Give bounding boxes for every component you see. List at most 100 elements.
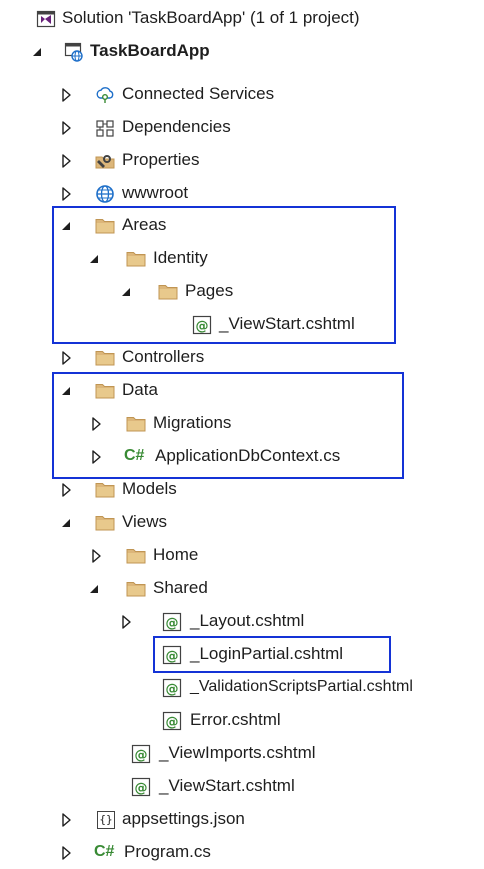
areas-viewstart-label: _ViewStart.cshtml: [219, 314, 355, 333]
login-partial-label: _LoginPartial.cshtml: [190, 644, 344, 663]
globe-icon: [95, 184, 115, 204]
tree-row-shared[interactable]: Shared: [0, 572, 484, 605]
controllers-label: Controllers: [122, 347, 205, 366]
tree-row-identity[interactable]: Identity: [0, 242, 484, 275]
properties-icon: [95, 151, 115, 171]
tree-row-models[interactable]: Models: [0, 473, 484, 506]
collapsed-arrow-icon[interactable]: [90, 416, 104, 432]
tree-row-views-viewstart[interactable]: @ _ViewStart.cshtml: [0, 770, 484, 803]
folder-icon: [126, 579, 146, 599]
tree-row-layout[interactable]: @ _Layout.cshtml: [0, 605, 484, 638]
tree-row-dependencies[interactable]: Dependencies: [0, 111, 484, 144]
tree-row-program[interactable]: C# Program.cs: [0, 836, 484, 869]
areas-label: Areas: [122, 215, 167, 234]
csharp-file-icon: C#: [94, 843, 115, 860]
shared-label: Shared: [153, 578, 208, 597]
dependencies-icon: [95, 118, 115, 138]
collapsed-arrow-icon[interactable]: [60, 350, 74, 366]
tree-row-areas[interactable]: Areas: [0, 209, 484, 242]
home-label: Home: [153, 545, 199, 564]
collapsed-arrow-icon[interactable]: [60, 87, 74, 103]
tree-row-controllers[interactable]: Controllers: [0, 341, 484, 374]
tree-row-validation-scripts-partial[interactable]: @ _ValidationScriptsPartial.cshtml: [0, 671, 484, 704]
collapsed-arrow-icon[interactable]: [60, 186, 74, 202]
collapsed-arrow-icon[interactable]: [90, 449, 104, 465]
tree-row-appsettings[interactable]: {} appsettings.json: [0, 803, 484, 836]
tree-row-home[interactable]: Home: [0, 539, 484, 572]
migrations-label: Migrations: [153, 413, 232, 432]
svg-text:@: @: [166, 649, 179, 664]
folder-icon: [126, 249, 146, 269]
tree-row-application-db-context[interactable]: C# ApplicationDbContext.cs: [0, 440, 484, 473]
razor-file-icon: @: [162, 645, 182, 665]
views-viewstart-label: _ViewStart.cshtml: [159, 776, 295, 795]
folder-icon: [95, 348, 115, 368]
connected-services-icon: [95, 85, 115, 105]
program-label: Program.cs: [124, 842, 211, 861]
tree-row-view-imports[interactable]: @ _ViewImports.cshtml: [0, 737, 484, 770]
expanded-arrow-icon[interactable]: [88, 581, 102, 597]
wwwroot-label: wwwroot: [122, 183, 189, 202]
tree-row-properties[interactable]: Properties: [0, 144, 484, 177]
svg-text:@: @: [135, 748, 148, 763]
solution-icon: [36, 9, 56, 29]
tree-row-solution[interactable]: Solution 'TaskBoardApp' (1 of 1 project): [0, 2, 484, 35]
folder-icon: [158, 282, 178, 302]
expanded-arrow-icon[interactable]: [60, 515, 74, 531]
expanded-arrow-icon[interactable]: [120, 284, 134, 300]
folder-icon: [126, 414, 146, 434]
collapsed-arrow-icon[interactable]: [120, 614, 134, 630]
validation-scripts-partial-label: _ValidationScriptsPartial.cshtml: [190, 678, 413, 695]
layout-label: _Layout.cshtml: [190, 611, 305, 630]
tree-row-areas-viewstart[interactable]: @ _ViewStart.cshtml: [0, 308, 484, 341]
data-label: Data: [122, 380, 158, 399]
json-file-icon: {}: [97, 811, 115, 829]
connected-services-label: Connected Services: [122, 84, 275, 103]
expanded-arrow-icon[interactable]: [88, 251, 102, 267]
svg-text:@: @: [166, 682, 179, 697]
razor-file-icon: @: [131, 744, 151, 764]
collapsed-arrow-icon[interactable]: [60, 812, 74, 828]
folder-icon: [95, 216, 115, 236]
collapsed-arrow-icon[interactable]: [60, 120, 74, 136]
folder-icon: [95, 480, 115, 500]
svg-text:@: @: [135, 781, 148, 796]
svg-text:@: @: [166, 715, 179, 730]
expanded-arrow-icon[interactable]: [60, 218, 74, 234]
tree-row-error[interactable]: @ Error.cshtml: [0, 704, 484, 737]
collapsed-arrow-icon[interactable]: [60, 482, 74, 498]
svg-text:@: @: [166, 616, 179, 631]
razor-file-icon: @: [162, 678, 182, 698]
solution-explorer-tree: Solution 'TaskBoardApp' (1 of 1 project)…: [0, 0, 484, 867]
folder-icon: [95, 381, 115, 401]
collapsed-arrow-icon[interactable]: [60, 845, 74, 861]
dependencies-label: Dependencies: [122, 117, 231, 136]
view-imports-label: _ViewImports.cshtml: [159, 743, 316, 762]
pages-label: Pages: [185, 281, 234, 300]
collapsed-arrow-icon[interactable]: [60, 153, 74, 169]
tree-row-connected-services[interactable]: Connected Services: [0, 78, 484, 111]
tree-row-pages[interactable]: Pages: [0, 275, 484, 308]
csharp-file-icon: C#: [124, 447, 145, 464]
tree-row-migrations[interactable]: Migrations: [0, 407, 484, 440]
tree-row-data[interactable]: Data: [0, 374, 484, 407]
razor-file-icon: @: [192, 315, 212, 335]
web-project-icon: [64, 42, 84, 62]
razor-file-icon: @: [162, 612, 182, 632]
project-label: TaskBoardApp: [90, 41, 210, 60]
expanded-arrow-icon[interactable]: [60, 383, 74, 399]
svg-text:@: @: [196, 319, 209, 334]
appsettings-label: appsettings.json: [122, 809, 245, 828]
tree-row-login-partial[interactable]: @ _LoginPartial.cshtml: [0, 638, 484, 671]
collapsed-arrow-icon[interactable]: [90, 548, 104, 564]
properties-label: Properties: [122, 150, 200, 169]
application-db-context-label: ApplicationDbContext.cs: [155, 446, 341, 465]
views-label: Views: [122, 512, 168, 531]
identity-label: Identity: [153, 248, 208, 267]
folder-icon: [126, 546, 146, 566]
expanded-arrow-icon[interactable]: [31, 44, 45, 60]
tree-row-views[interactable]: Views: [0, 506, 484, 539]
tree-row-project[interactable]: TaskBoardApp: [0, 35, 484, 68]
folder-icon: [95, 513, 115, 533]
tree-row-wwwroot[interactable]: wwwroot: [0, 177, 484, 210]
